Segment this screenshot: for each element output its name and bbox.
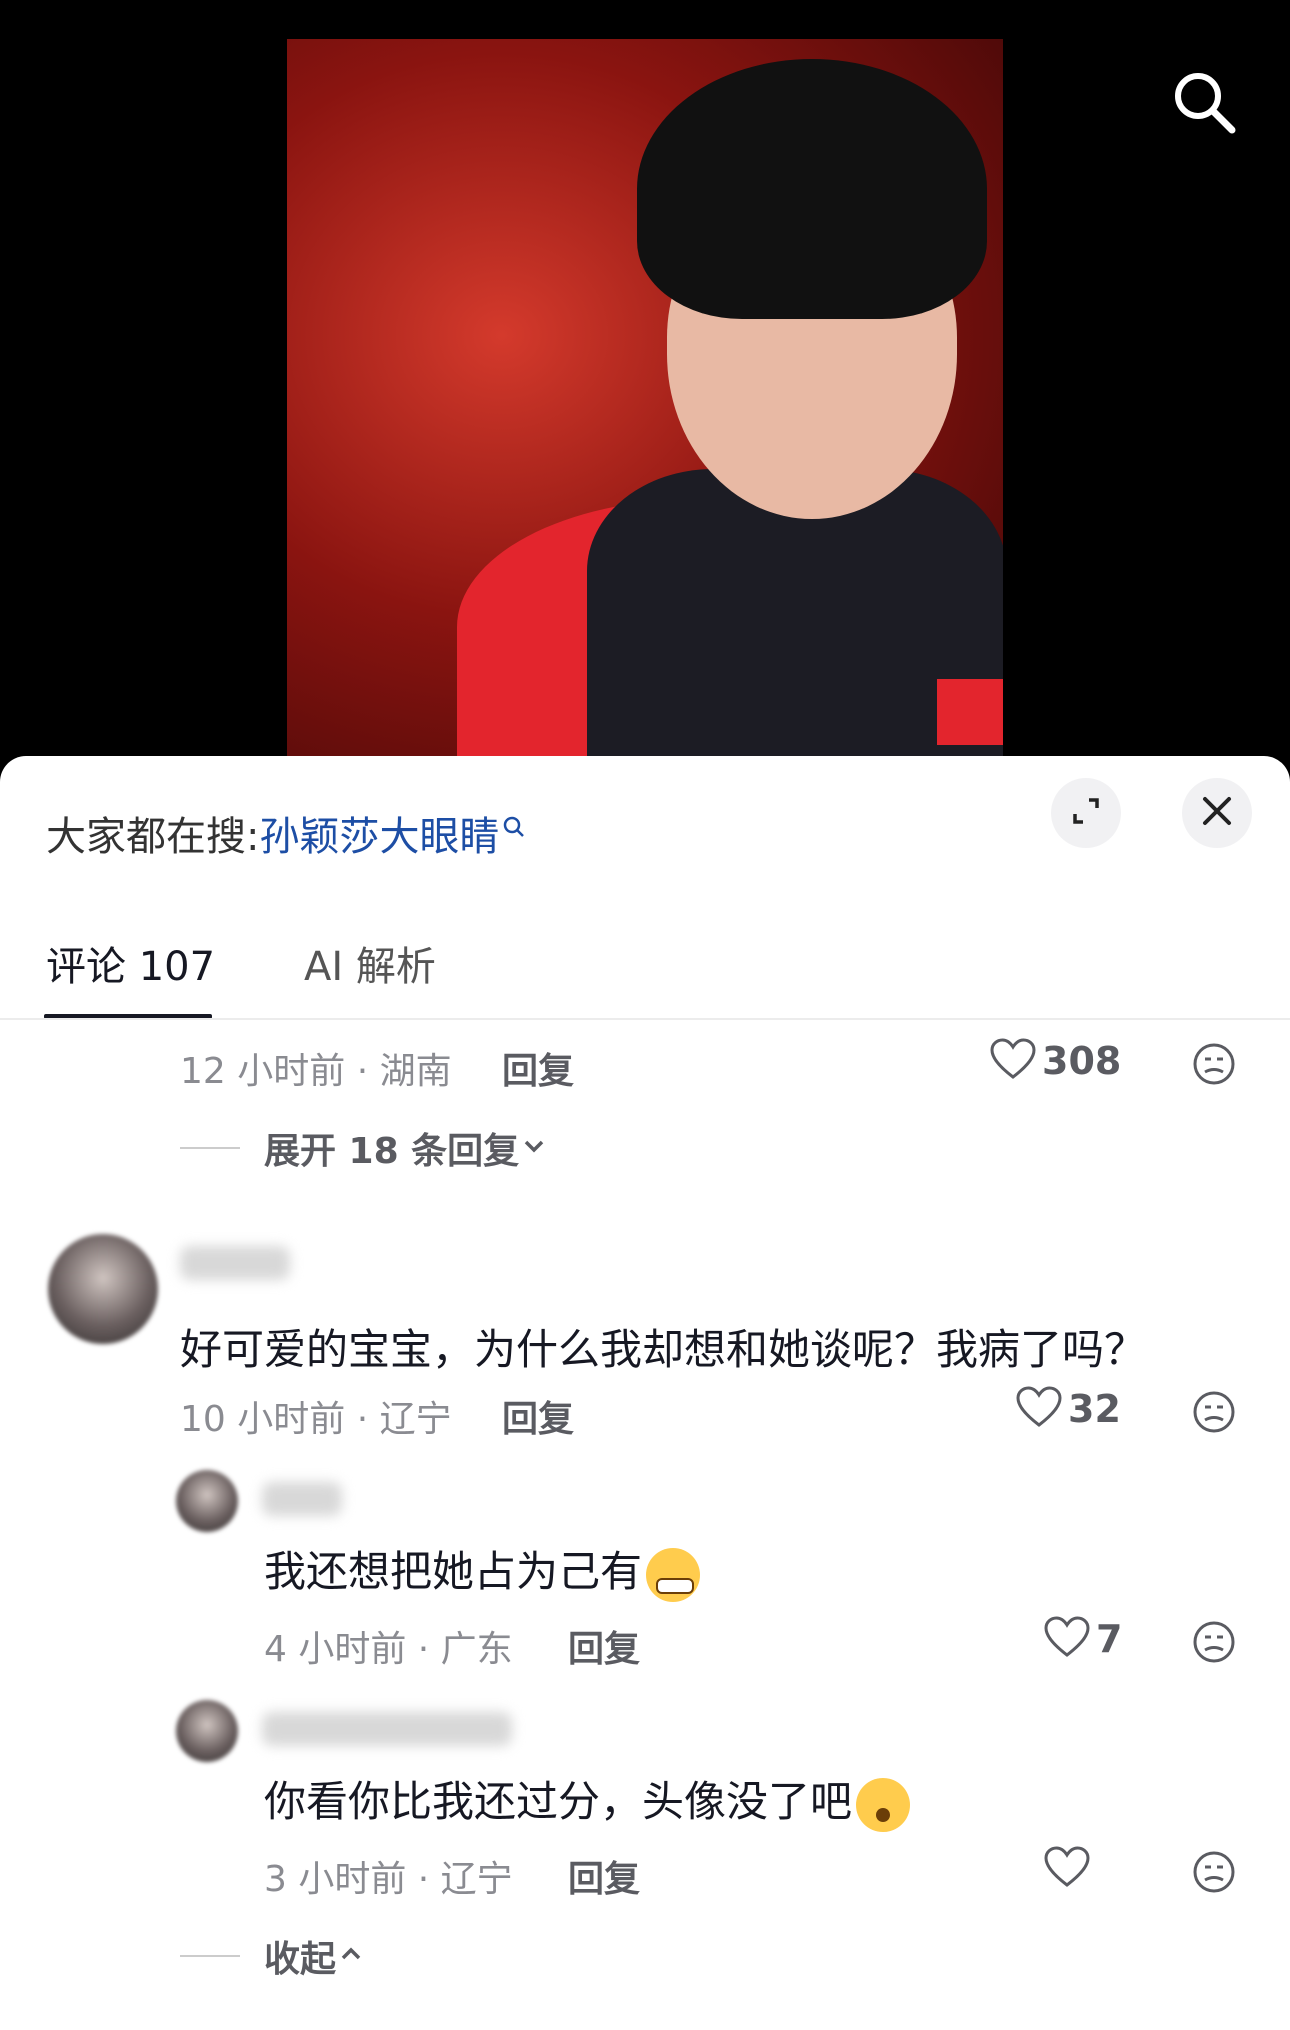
grimace-sweat-emoji-icon (646, 1547, 701, 1602)
like-button[interactable]: 32 (1016, 1386, 1121, 1432)
comment-meta: 4 小时前 · 广东 (264, 1629, 513, 1670)
dislike-icon[interactable] (1192, 1042, 1236, 1086)
like-count: 308 (1042, 1039, 1122, 1083)
heart-icon (990, 1038, 1036, 1084)
trending-search[interactable]: 大家都在搜:孙颖莎大眼睛 (46, 804, 525, 862)
collapse-divider (180, 1955, 240, 1957)
comment-meta: 12 小时前 · 湖南 (180, 1051, 452, 1092)
thinking-emoji-icon (856, 1777, 911, 1832)
comment-meta: 3 小时前 · 辽宁 (264, 1859, 513, 1900)
comment-meta: 10 小时前 · 辽宁 (180, 1399, 452, 1440)
small-search-icon (503, 804, 525, 850)
expand-divider (180, 1147, 240, 1149)
expand-replies-label: 展开 18 条回复 (264, 1131, 520, 1172)
reply-text: 你看你比我还过分，头像没了吧 (264, 1768, 911, 1832)
like-button[interactable] (1044, 1846, 1096, 1892)
expand-replies[interactable]: 展开 18 条回复 (180, 1122, 549, 1174)
reply-text-content: 你看你比我还过分，头像没了吧 (264, 1777, 853, 1826)
video-figure-hair (637, 59, 987, 319)
heart-icon (1044, 1616, 1090, 1662)
heart-icon (1044, 1846, 1090, 1892)
collapse-label: 收起 (264, 1939, 337, 1980)
reply-text: 我还想把她占为己有 (264, 1538, 701, 1602)
tab-ai-analysis[interactable]: AI 解析 (304, 934, 436, 992)
video-player[interactable] (0, 0, 1290, 780)
heart-icon (1016, 1386, 1062, 1432)
reply-text-content: 我还想把她占为己有 (264, 1547, 643, 1596)
trending-keyword[interactable]: 孙颖莎大眼睛 (259, 814, 499, 860)
reply-button[interactable]: 回复 (568, 1620, 640, 1672)
dislike-icon[interactable] (1192, 1620, 1236, 1664)
flag-patch (937, 679, 1003, 745)
dislike-icon[interactable] (1192, 1850, 1236, 1894)
like-button[interactable]: 308 (990, 1038, 1121, 1084)
trending-prefix: 大家都在搜: (46, 814, 260, 860)
username-redacted[interactable] (262, 1482, 342, 1516)
dislike-icon[interactable] (1192, 1390, 1236, 1434)
video-frame[interactable] (287, 39, 1003, 780)
tab-comments[interactable]: 评论 107 (46, 934, 215, 992)
avatar[interactable] (176, 1470, 238, 1532)
search-icon[interactable] (1172, 70, 1236, 134)
close-button[interactable] (1182, 778, 1252, 848)
avatar[interactable] (176, 1700, 238, 1762)
chevron-up-icon (336, 1939, 366, 1973)
close-icon (1200, 794, 1234, 832)
chevron-down-icon (519, 1131, 549, 1165)
expand-icon (1069, 794, 1103, 832)
like-count: 32 (1068, 1387, 1121, 1431)
like-count: 7 (1096, 1617, 1123, 1661)
collapse-replies[interactable]: 收起 (180, 1930, 366, 1982)
reply-button[interactable]: 回复 (502, 1042, 574, 1094)
comment-text: 好可爱的宝宝，为什么我却想和她谈呢？我病了吗？ (180, 1325, 1147, 1374)
tab-divider (0, 1018, 1290, 1020)
avatar[interactable] (48, 1234, 158, 1344)
username-redacted[interactable] (180, 1246, 290, 1280)
reply-button[interactable]: 回复 (502, 1390, 574, 1442)
reply-button[interactable]: 回复 (568, 1850, 640, 1902)
comments-sheet: 大家都在搜:孙颖莎大眼睛 评论 107 AI 解析 12 小时前 · 湖南 回复… (0, 756, 1290, 2030)
username-redacted[interactable] (262, 1712, 512, 1746)
like-button[interactable]: 7 (1044, 1616, 1122, 1662)
expand-button[interactable] (1051, 778, 1121, 848)
